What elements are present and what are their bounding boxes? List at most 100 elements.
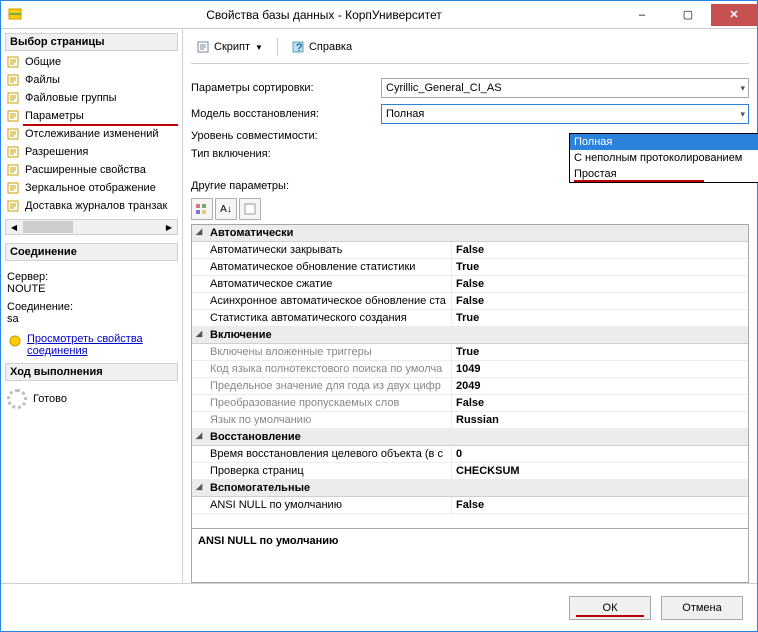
page-icon	[5, 108, 21, 124]
property-value[interactable]: 2049	[452, 378, 748, 394]
property-row[interactable]: Язык по умолчаниюRussian	[192, 412, 748, 429]
property-key: Автоматическое обновление статистики	[192, 259, 452, 275]
titlebar: Свойства базы данных - КорпУниверситет –…	[1, 1, 757, 29]
property-row[interactable]: Время восстановления целевого объекта (в…	[192, 446, 748, 463]
property-category[interactable]: Автоматически	[192, 225, 748, 242]
page-tree-item[interactable]: Файлы	[5, 71, 178, 89]
help-icon: ?	[290, 39, 306, 55]
page-tree-label: Файлы	[25, 74, 60, 86]
property-value[interactable]: False	[452, 276, 748, 292]
property-value[interactable]: CHECKSUM	[452, 463, 748, 479]
scroll-right-button[interactable]: ▶	[161, 220, 177, 234]
page-tree-item[interactable]: Общие	[5, 53, 178, 71]
page-tree-label: Файловые группы	[25, 92, 117, 104]
dropdown-option[interactable]: Простая	[570, 166, 758, 182]
collation-combo[interactable]: Cyrillic_General_CI_AS ▾	[381, 78, 749, 98]
page-icon	[5, 72, 21, 88]
props-button[interactable]	[239, 198, 261, 220]
page-tree-label: Доставка журналов транзак	[25, 200, 167, 212]
minimize-button[interactable]: –	[619, 4, 665, 26]
property-value[interactable]: False	[452, 293, 748, 309]
categorized-button[interactable]	[191, 198, 213, 220]
connection-icon	[7, 333, 23, 349]
page-tree-item[interactable]: Отслеживание изменений	[5, 125, 178, 143]
scroll-left-button[interactable]: ◀	[6, 220, 22, 234]
property-row[interactable]: ANSI NULL по умолчаниюFalse	[192, 497, 748, 514]
property-value[interactable]: 1049	[452, 361, 748, 377]
property-key: Предельное значение для года из двух циф…	[192, 378, 452, 394]
property-row[interactable]: Преобразование пропускаемых словFalse	[192, 395, 748, 412]
app-icon	[1, 1, 29, 29]
dropdown-option[interactable]: С неполным протоколированием	[570, 150, 758, 166]
dropdown-option[interactable]: Полная	[570, 134, 758, 150]
footer: ОК Отмена	[1, 583, 757, 631]
page-tree-label: Разрешения	[25, 146, 88, 158]
property-value[interactable]: True	[452, 344, 748, 360]
page-icon	[5, 144, 21, 160]
tree-h-scrollbar[interactable]: ◀ ▶	[5, 219, 178, 235]
connection-header: Соединение	[5, 243, 178, 261]
recovery-value: Полная	[386, 108, 424, 120]
property-value[interactable]: False	[452, 242, 748, 258]
property-value[interactable]: False	[452, 395, 748, 411]
property-key: Проверка страниц	[192, 463, 452, 479]
page-tree-item[interactable]: Расширенные свойства	[5, 161, 178, 179]
grid-toolbar: A↓	[191, 198, 749, 220]
property-key: Статистика автоматического создания	[192, 310, 452, 326]
property-row[interactable]: Асинхронное автоматическое обновление ст…	[192, 293, 748, 310]
containment-label: Тип включения:	[191, 148, 381, 160]
scroll-thumb[interactable]	[23, 221, 73, 233]
view-connection-text: Просмотреть свойства соединения	[27, 333, 176, 357]
cancel-button[interactable]: Отмена	[661, 596, 743, 620]
property-category[interactable]: Вспомогательные	[192, 480, 748, 497]
progress-header: Ход выполнения	[5, 363, 178, 381]
close-button[interactable]: ✕	[711, 4, 757, 26]
property-category[interactable]: Включение	[192, 327, 748, 344]
script-button[interactable]: Скрипт ▼	[191, 37, 269, 57]
connection-value: sa	[7, 313, 176, 325]
property-category[interactable]: Восстановление	[192, 429, 748, 446]
page-icon	[5, 54, 21, 70]
page-tree-item[interactable]: Файловые группы	[5, 89, 178, 107]
page-tree-item[interactable]: Параметры	[5, 107, 178, 125]
property-row[interactable]: Автоматически закрыватьFalse	[192, 242, 748, 259]
property-key: Автоматически закрывать	[192, 242, 452, 258]
page-tree-item[interactable]: Разрешения	[5, 143, 178, 161]
alphabetical-button[interactable]: A↓	[215, 198, 237, 220]
page-tree-label: Общие	[25, 56, 61, 68]
ok-button[interactable]: ОК	[569, 596, 651, 620]
script-dropdown-icon[interactable]: ▼	[253, 43, 265, 52]
property-row[interactable]: Автоматическое обновление статистикиTrue	[192, 259, 748, 276]
help-button[interactable]: ? Справка	[286, 37, 356, 57]
chevron-down-icon: ▾	[740, 109, 745, 120]
property-row[interactable]: Код языка полнотекстового поиска по умол…	[192, 361, 748, 378]
property-key: Преобразование пропускаемых слов	[192, 395, 452, 411]
maximize-button[interactable]: ▢	[665, 4, 711, 26]
property-row[interactable]: Статистика автоматического созданияTrue	[192, 310, 748, 327]
property-row[interactable]: Включены вложенные триггерыTrue	[192, 344, 748, 361]
page-tree-item[interactable]: Зеркальное отображение	[5, 179, 178, 197]
view-connection-link[interactable]: Просмотреть свойства соединения	[7, 333, 176, 357]
page-icon	[5, 126, 21, 142]
page-icon	[5, 180, 21, 196]
property-value[interactable]: True	[452, 259, 748, 275]
recovery-combo[interactable]: Полная ▾	[381, 104, 749, 124]
page-tree-item[interactable]: Доставка журналов транзак	[5, 197, 178, 215]
page-tree-label: Отслеживание изменений	[25, 128, 159, 140]
property-row[interactable]: Автоматическое сжатиеFalse	[192, 276, 748, 293]
collation-value: Cyrillic_General_CI_AS	[386, 82, 502, 94]
property-value[interactable]: False	[452, 497, 748, 513]
property-row[interactable]: Предельное значение для года из двух циф…	[192, 378, 748, 395]
property-value[interactable]: Russian	[452, 412, 748, 428]
page-tree-label: Зеркальное отображение	[25, 182, 156, 194]
property-key: ANSI NULL по умолчанию	[192, 497, 452, 513]
page-icon	[5, 162, 21, 178]
property-value[interactable]: 0	[452, 446, 748, 462]
property-key: Время восстановления целевого объекта (в…	[192, 446, 452, 462]
property-row[interactable]: Проверка страницCHECKSUM	[192, 463, 748, 480]
recovery-dropdown-list[interactable]: Полная С неполным протоколированием Прос…	[569, 133, 758, 183]
recovery-label: Модель восстановления:	[191, 108, 381, 120]
property-key: Асинхронное автоматическое обновление ст…	[192, 293, 452, 309]
property-value[interactable]: True	[452, 310, 748, 326]
property-grid-body[interactable]: АвтоматическиАвтоматически закрыватьFals…	[192, 225, 748, 528]
